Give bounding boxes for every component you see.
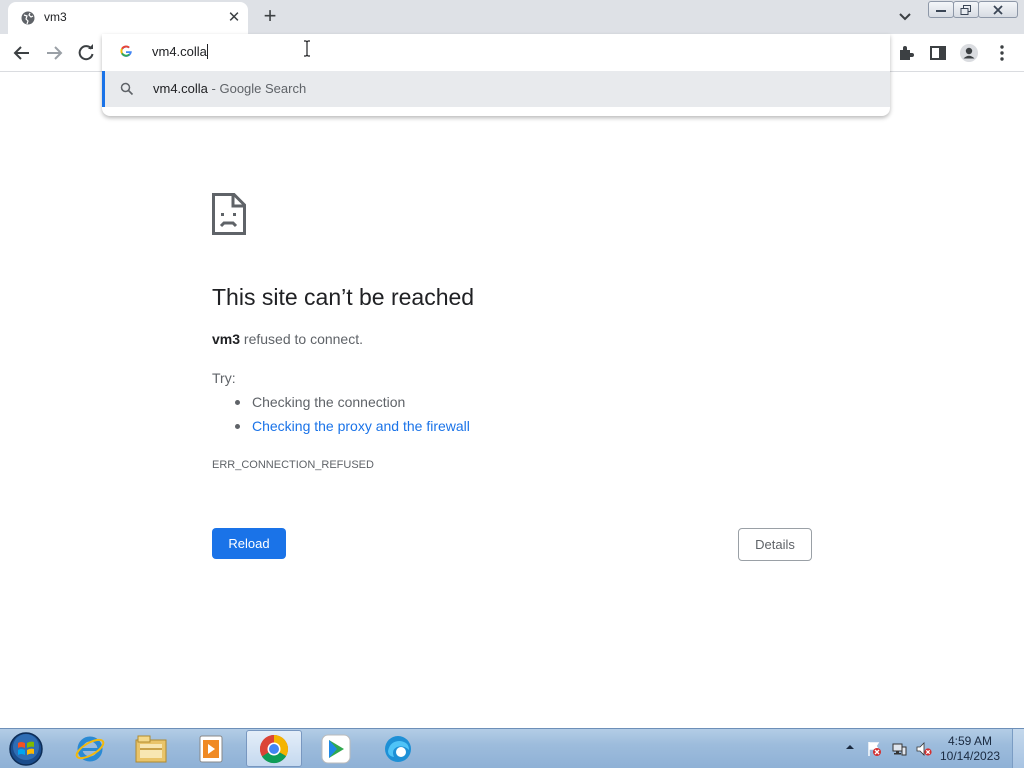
chrome-icon (260, 734, 288, 763)
volume-muted-icon[interactable] (916, 741, 932, 757)
taskbar-file-explorer[interactable] (123, 730, 179, 767)
window-minimize-button[interactable] (928, 1, 954, 18)
show-hidden-icons-icon[interactable] (845, 742, 855, 752)
avatar-icon[interactable] (959, 43, 979, 63)
taskbar-chrome[interactable] (246, 730, 302, 767)
tab-close-icon[interactable]: ✕ (224, 8, 244, 28)
try-label: Try: (212, 370, 236, 386)
tab-title: vm3 (44, 10, 67, 24)
tab-strip: vm3 ✕ + (0, 0, 1024, 34)
tab-search-chevron-icon[interactable] (895, 8, 915, 26)
media-player-icon (199, 735, 223, 762)
sad-document-icon (212, 193, 246, 235)
taskbar-clock[interactable]: 4:59 AM 10/14/2023 (940, 734, 1000, 764)
forward-arrow-icon[interactable] (44, 43, 64, 63)
browser-tab[interactable]: vm3 ✕ (8, 2, 248, 34)
show-desktop-button[interactable] (1012, 729, 1024, 768)
error-description: vm3 refused to connect. (212, 331, 363, 347)
edge-icon (385, 735, 411, 762)
back-arrow-icon[interactable] (12, 43, 32, 63)
address-bar[interactable]: vm4.colla (102, 34, 890, 70)
clock-time: 4:59 AM (947, 734, 993, 748)
reload-icon[interactable] (76, 43, 96, 63)
window-restore-button[interactable] (953, 1, 979, 18)
globe-icon (21, 11, 35, 25)
google-g-icon (120, 45, 132, 57)
taskbar-internet-explorer[interactable] (62, 730, 118, 767)
side-panel-icon[interactable] (928, 43, 948, 63)
text-caret (206, 44, 208, 59)
ssh-client-icon (321, 734, 351, 763)
screen: vm3 ✕ + vm4.colla vm4.colla - Google Sea… (0, 0, 1024, 768)
kebab-menu-icon[interactable] (992, 43, 1012, 63)
address-bar-text: vm4.colla (152, 44, 208, 59)
minimize-icon (936, 9, 946, 12)
window-close-button[interactable] (978, 1, 1018, 18)
suggestion-text: vm4.colla - Google Search (153, 81, 307, 96)
error-host: vm3 (212, 331, 241, 347)
omnibox-dropdown: vm4.colla vm4.colla - Google Search (102, 34, 890, 116)
taskbar-media-player[interactable] (183, 730, 239, 767)
details-button[interactable]: Details (738, 528, 812, 561)
error-code: ERR_CONNECTION_REFUSED (212, 459, 374, 471)
new-tab-button[interactable]: + (258, 5, 282, 29)
network-icon[interactable] (891, 741, 907, 757)
puzzle-icon[interactable] (896, 43, 916, 63)
restore-icon (960, 4, 971, 15)
suggestion-check-connection: Checking the connection (232, 394, 470, 418)
plus-icon: + (263, 3, 277, 28)
file-explorer-icon (135, 735, 167, 762)
error-title: This site can’t be reached (212, 284, 475, 310)
action-center-flag-icon[interactable] (866, 741, 882, 757)
suggestion-check-proxy-link[interactable]: Checking the proxy and the firewall (232, 418, 470, 442)
reload-button[interactable]: Reload (212, 528, 286, 559)
mouse-ibeam-cursor-icon (304, 40, 310, 57)
clock-date: 10/14/2023 (940, 749, 1001, 763)
taskbar-ssh-client[interactable] (308, 730, 364, 767)
suggestion-list: Checking the connection Checking the pro… (232, 394, 470, 442)
close-icon (993, 4, 1003, 15)
omnibox-suggestion[interactable]: vm4.colla - Google Search (102, 71, 890, 107)
start-button-icon[interactable] (6, 730, 46, 768)
internet-explorer-icon (75, 736, 105, 761)
taskbar-edge[interactable] (370, 730, 426, 767)
taskbar: 4:59 AM 10/14/2023 (0, 728, 1024, 768)
search-icon (120, 82, 134, 96)
